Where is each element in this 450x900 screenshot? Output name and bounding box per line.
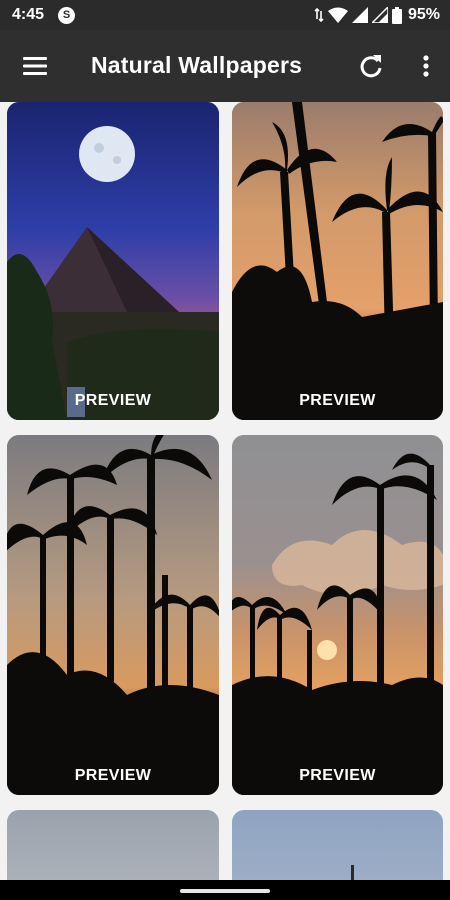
- wallpaper-image: [7, 810, 219, 880]
- wallpaper-grid[interactable]: PREVIEW PREVIEW PREVIEW PREVIEW: [0, 102, 450, 880]
- refresh-icon: [360, 55, 382, 78]
- status-icons: 95%: [314, 5, 440, 25]
- wallpaper-card-grey-sky[interactable]: [7, 810, 219, 880]
- wallpaper-image: [232, 435, 443, 795]
- notification-app-icon: S: [58, 7, 75, 24]
- battery-percent: 95%: [407, 6, 440, 23]
- wallpaper-card-pyramid[interactable]: PREVIEW: [7, 102, 219, 420]
- preview-label: PREVIEW: [299, 767, 376, 784]
- wallpaper-card-palm-sunset[interactable]: PREVIEW: [232, 102, 443, 420]
- menu-icon: [23, 57, 47, 75]
- battery-icon: [391, 6, 402, 24]
- refresh-button[interactable]: [354, 49, 388, 83]
- more-options-button[interactable]: [412, 49, 440, 83]
- wifi-icon: [327, 7, 348, 23]
- preview-label: PREVIEW: [74, 767, 152, 784]
- wallpaper-image: [232, 810, 443, 880]
- wallpaper-image: [232, 102, 443, 420]
- app-bar: Natural Wallpapers: [0, 30, 450, 102]
- page-title: Natural Wallpapers: [91, 52, 303, 78]
- wallpaper-card-palm-clouds[interactable]: PREVIEW: [232, 435, 443, 795]
- navigation-bar: [0, 880, 450, 900]
- wallpaper-card-blue-sky[interactable]: [232, 810, 443, 880]
- menu-button[interactable]: [14, 46, 56, 86]
- preview-label: PREVIEW: [74, 392, 152, 409]
- more-vert-icon: [423, 55, 429, 77]
- wallpaper-image: [7, 435, 219, 795]
- home-gesture-pill[interactable]: [180, 889, 270, 893]
- status-bar: 4:45 S 95%: [0, 0, 450, 30]
- signal-secondary-icon: [371, 7, 388, 23]
- preview-label: PREVIEW: [299, 392, 376, 409]
- wallpaper-image: [7, 102, 219, 420]
- wallpaper-card-palm-grove[interactable]: PREVIEW: [7, 435, 219, 795]
- status-time: 4:45: [12, 6, 45, 23]
- data-arrows-icon: [314, 8, 324, 22]
- signal-icon: [351, 7, 368, 23]
